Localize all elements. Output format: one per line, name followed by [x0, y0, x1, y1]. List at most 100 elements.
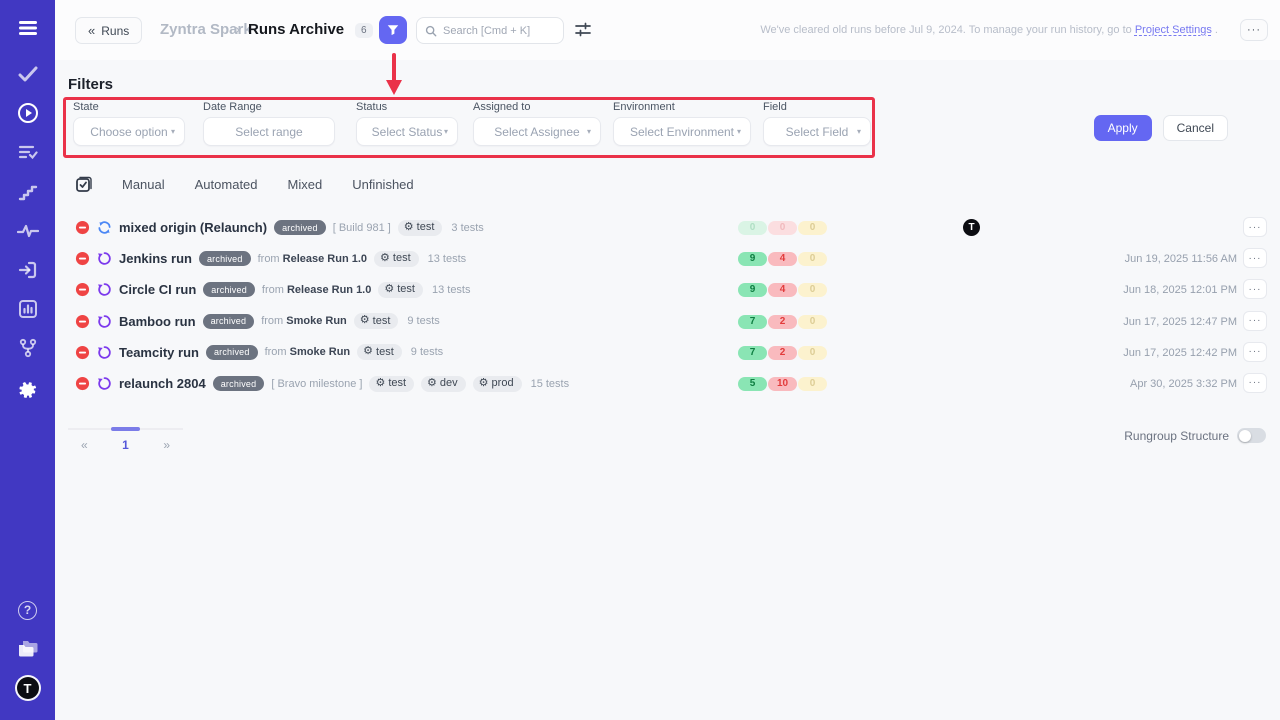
tab-mixed[interactable]: Mixed	[288, 177, 323, 192]
tab-unfinished[interactable]: Unfinished	[352, 177, 413, 192]
user-avatar[interactable]: T	[0, 676, 55, 700]
run-row-main: Circle CI runarchivedfrom Release Run 1.…	[75, 274, 471, 305]
gear-icon: ⚙	[375, 378, 385, 389]
cancel-button[interactable]: Cancel	[1163, 115, 1228, 141]
run-name[interactable]: Bamboo run	[119, 314, 196, 329]
remove-run-icon[interactable]	[75, 376, 90, 391]
tab-automated[interactable]: Automated	[195, 177, 258, 192]
archived-badge: archived	[213, 376, 265, 391]
pulse-icon[interactable]	[0, 219, 55, 243]
rerun-icon	[97, 282, 112, 297]
run-name[interactable]: relaunch 2804	[119, 376, 206, 391]
rerun-icon	[97, 251, 112, 266]
import-icon[interactable]	[0, 258, 55, 282]
filter-toggle-button[interactable]	[379, 16, 407, 44]
pager-next-button[interactable]: »	[163, 438, 170, 452]
steps-icon[interactable]	[0, 180, 55, 204]
run-row-main: Teamcity runarchivedfrom Smoke Run⚙test9…	[75, 337, 443, 368]
chart-icon[interactable]	[0, 297, 55, 321]
run-date: Jun 17, 2025 12:47 PM	[1123, 316, 1237, 328]
run-more-button[interactable]: ···	[1243, 342, 1267, 362]
filter-field-status: StatusSelect Status▾	[356, 101, 458, 146]
menu-icon[interactable]	[0, 16, 55, 40]
run-more-button[interactable]: ···	[1243, 279, 1267, 299]
filter-label: State	[73, 101, 185, 113]
env-name: test	[373, 315, 391, 327]
env-badge-test[interactable]: ⚙test	[398, 220, 443, 236]
project-settings-link[interactable]: Project Settings	[1135, 24, 1212, 36]
other-count: 0	[798, 283, 827, 297]
run-name[interactable]: Teamcity run	[119, 345, 199, 360]
filter-select[interactable]: Select Assignee▾	[473, 117, 601, 146]
env-badge-test[interactable]: ⚙test	[374, 251, 419, 267]
rungroup-structure-toggle[interactable]	[1237, 428, 1266, 443]
header-more-button[interactable]: ···	[1240, 19, 1268, 41]
gear-icon: ⚙	[380, 253, 390, 264]
run-more-button[interactable]: ···	[1243, 373, 1267, 393]
gear-icon: ⚙	[479, 378, 489, 389]
run-more-button[interactable]: ···	[1243, 217, 1267, 237]
env-name: test	[417, 221, 435, 233]
env-badge-test[interactable]: ⚙test	[378, 282, 423, 298]
search-icon	[425, 25, 437, 37]
remove-run-icon[interactable]	[75, 282, 90, 297]
select-runs-icon[interactable]	[75, 176, 92, 193]
filter-select[interactable]: Select Status▾	[356, 117, 458, 146]
run-name[interactable]: mixed origin (Relaunch)	[119, 220, 267, 235]
filter-select[interactable]: Select range	[203, 117, 335, 146]
pager-prev-button[interactable]: «	[81, 438, 88, 452]
remove-run-icon[interactable]	[75, 251, 90, 266]
remove-run-icon[interactable]	[75, 345, 90, 360]
env-name: test	[388, 377, 406, 389]
apply-button[interactable]: Apply	[1094, 115, 1152, 141]
tests-count: 13 tests	[432, 284, 471, 296]
filter-value: Select Field	[786, 125, 849, 139]
assignee-avatar[interactable]: T	[963, 219, 980, 236]
filter-field-environment: EnvironmentSelect Environment▾	[613, 101, 751, 146]
filter-field-state: State Choose option▾	[73, 101, 185, 146]
run-name[interactable]: Jenkins run	[119, 251, 192, 266]
filter-select[interactable]: Select Field ▾	[763, 117, 871, 146]
env-badge-test[interactable]: ⚙test	[369, 376, 414, 392]
run-more-button[interactable]: ···	[1243, 311, 1267, 331]
tests-count: 9 tests	[407, 315, 439, 327]
check-icon[interactable]	[0, 62, 55, 86]
env-badge-prod[interactable]: ⚙prod	[473, 376, 522, 392]
remove-run-icon[interactable]	[75, 220, 90, 235]
help-icon[interactable]: ?	[0, 598, 55, 622]
search-input[interactable]	[443, 25, 553, 37]
run-row-main: relaunch 2804archived[ Bravo milestone ]…	[75, 368, 569, 399]
branch-icon[interactable]	[0, 336, 55, 360]
folders-icon[interactable]	[0, 637, 55, 661]
list-check-icon[interactable]	[0, 140, 55, 164]
back-to-runs-button[interactable]: « Runs	[75, 17, 142, 44]
env-badge-test[interactable]: ⚙test	[354, 313, 399, 329]
filter-value: Select Status	[372, 125, 443, 139]
tab-manual[interactable]: Manual	[122, 177, 165, 192]
adjustments-icon[interactable]	[575, 22, 591, 42]
run-name[interactable]: Circle CI run	[119, 282, 196, 297]
remove-run-icon[interactable]	[75, 314, 90, 329]
filter-select[interactable]: Select Environment▾	[613, 117, 751, 146]
env-badge-test[interactable]: ⚙test	[357, 344, 402, 360]
play-circle-icon[interactable]	[0, 101, 55, 125]
run-row-main: mixed origin (Relaunch)archived[ Build 9…	[75, 212, 484, 243]
failed-count: 0	[768, 221, 797, 235]
filter-label: Field	[763, 101, 871, 113]
gear-icon[interactable]	[0, 377, 55, 401]
chevron-down-icon: ▾	[737, 127, 741, 136]
run-date: Jun 18, 2025 12:01 PM	[1123, 284, 1237, 296]
filter-label: Assigned to	[473, 101, 601, 113]
chevron-down-icon: ▾	[444, 127, 448, 136]
env-name: dev	[440, 377, 458, 389]
run-more-button[interactable]: ···	[1243, 248, 1267, 268]
env-badge-dev[interactable]: ⚙dev	[421, 376, 466, 392]
tests-count: 15 tests	[531, 378, 570, 390]
env-name: test	[393, 252, 411, 264]
top-header: « Runs Zyntra Spark › Runs Archive 6 We'…	[55, 0, 1280, 60]
pager-page-1[interactable]: 1	[122, 438, 129, 452]
search-box[interactable]	[416, 17, 564, 44]
env-name: test	[376, 346, 394, 358]
chevron-down-icon: ▾	[857, 127, 861, 136]
filter-select[interactable]: Choose option▾	[73, 117, 185, 146]
